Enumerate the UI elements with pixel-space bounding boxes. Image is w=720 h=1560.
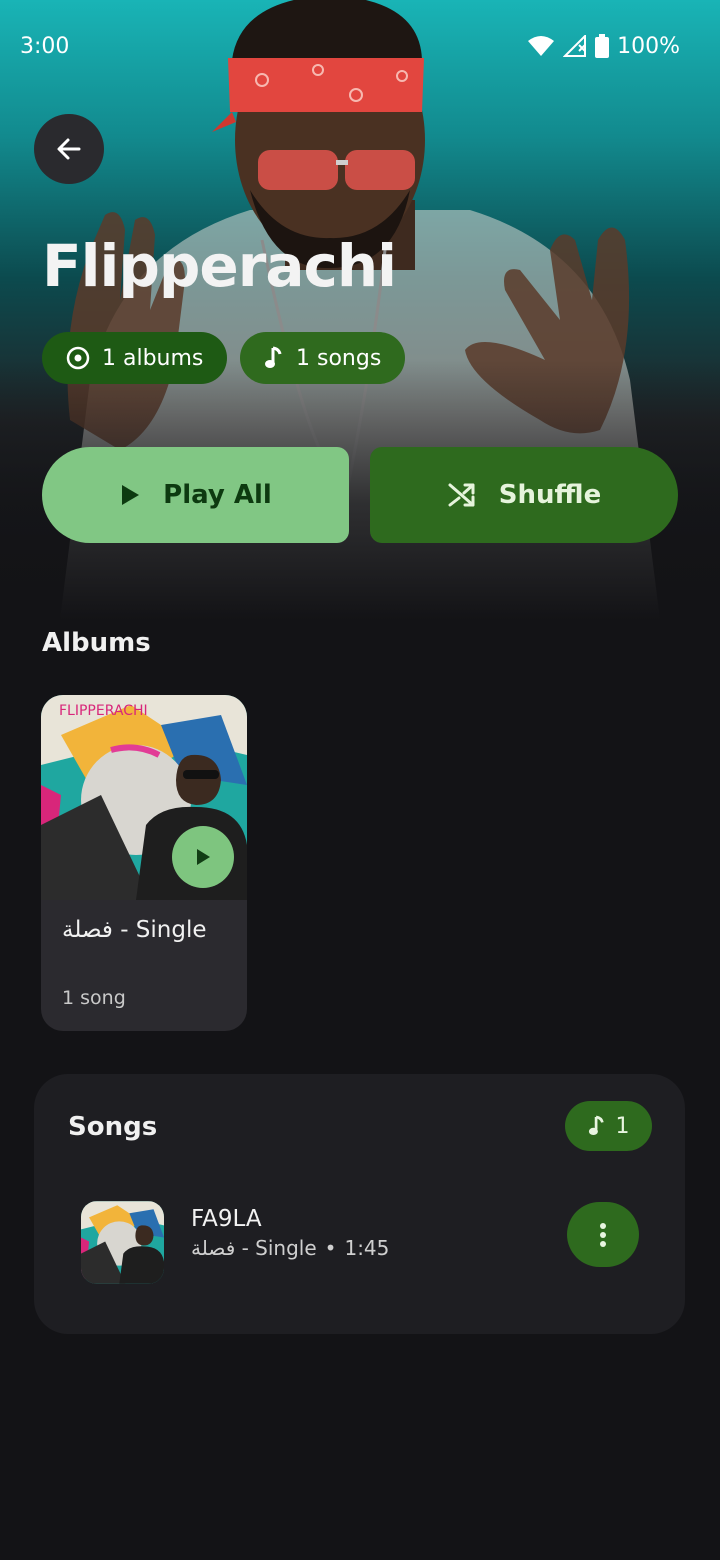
arrow-left-icon bbox=[57, 138, 81, 160]
songs-panel: Songs 1 FA9LA فصلة - Single • 1:45 bbox=[34, 1074, 685, 1334]
songs-section-title: Songs bbox=[68, 1112, 158, 1142]
song-list-item[interactable]: FA9LA فصلة - Single • 1:45 bbox=[34, 1194, 685, 1294]
shuffle-icon bbox=[448, 483, 475, 507]
songs-count-badge: 1 bbox=[565, 1101, 652, 1151]
song-album: فصلة - Single bbox=[191, 1236, 317, 1260]
albums-chip-label: 1 albums bbox=[102, 345, 204, 371]
song-meta-separator: • bbox=[324, 1236, 337, 1260]
songs-chip-label: 1 songs bbox=[296, 345, 382, 371]
shuffle-label: Shuffle bbox=[498, 480, 602, 510]
artist-name: Flipperachi bbox=[42, 232, 397, 300]
play-all-button[interactable]: Play All bbox=[42, 447, 349, 543]
status-bar: 3:00 100% bbox=[0, 0, 720, 92]
status-icons: 100% bbox=[527, 34, 680, 59]
album-play-button[interactable] bbox=[172, 826, 234, 888]
play-icon bbox=[197, 849, 210, 865]
song-duration: 1:45 bbox=[344, 1236, 390, 1260]
song-thumbnail bbox=[81, 1201, 164, 1284]
play-all-label: Play All bbox=[163, 480, 272, 510]
song-meta: فصلة - Single • 1:45 bbox=[191, 1236, 389, 1260]
songs-count-chip[interactable]: 1 songs bbox=[240, 332, 406, 384]
battery-percentage: 100% bbox=[617, 33, 680, 59]
song-cover-art bbox=[81, 1201, 164, 1284]
album-cover-text: FLIPPERACHI bbox=[59, 703, 148, 719]
more-vert-icon bbox=[600, 1222, 606, 1247]
battery-icon bbox=[595, 34, 610, 58]
album-card[interactable]: FLIPPERACHI فصلة - Single 1 song bbox=[41, 695, 247, 1031]
shuffle-button[interactable]: Shuffle bbox=[370, 447, 678, 543]
music-note-icon bbox=[265, 346, 282, 368]
music-note-icon bbox=[588, 1115, 604, 1135]
status-time: 3:00 bbox=[20, 33, 70, 59]
back-button[interactable] bbox=[34, 114, 104, 184]
albums-count-chip[interactable]: 1 albums bbox=[42, 332, 228, 384]
wifi-icon bbox=[528, 36, 555, 56]
album-title: فصلة - Single bbox=[62, 917, 207, 943]
signal-icon bbox=[563, 35, 587, 57]
song-title: FA9LA bbox=[191, 1206, 262, 1232]
songs-count-value: 1 bbox=[615, 1113, 630, 1139]
play-icon bbox=[122, 485, 140, 505]
album-song-count: 1 song bbox=[62, 987, 126, 1009]
albums-section-title: Albums bbox=[42, 628, 151, 658]
disc-icon bbox=[66, 346, 90, 370]
song-more-options-button[interactable] bbox=[567, 1202, 639, 1267]
